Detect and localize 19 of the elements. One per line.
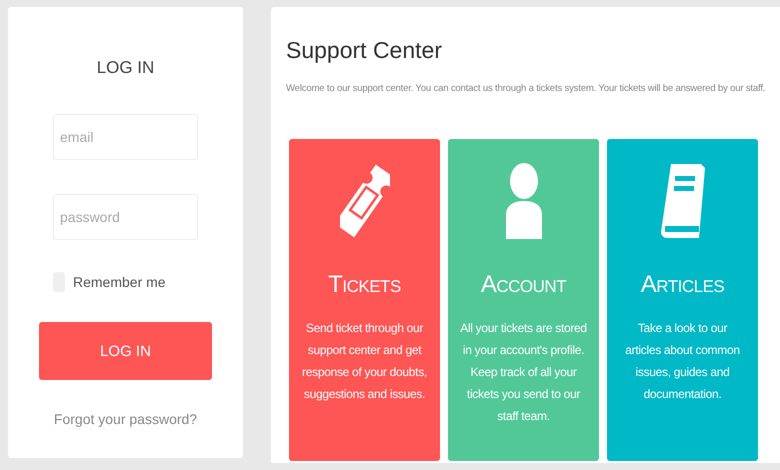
card-title: Account xyxy=(480,271,566,299)
card-text: Take a look to our articles about common issues, guides and documentation. xyxy=(624,320,741,403)
password-field[interactable]: password xyxy=(53,194,198,240)
card-title: Articles xyxy=(640,271,724,299)
user-icon xyxy=(504,163,544,239)
card-title: Tickets xyxy=(328,271,401,299)
card-text: Send ticket through our support center and get response of your doubts, suggestions and issues. xyxy=(301,320,428,403)
page-title: Support Center xyxy=(286,37,443,64)
email-field[interactable]: email xyxy=(53,114,198,160)
login-title: LOG IN xyxy=(96,58,154,78)
feature-card[interactable]: Articles Take a look to our articles about common issues, guides and documentation. xyxy=(607,139,758,461)
card-text: All your tickets are stored in your account's profile. Keep track of all your tickets you send to our staff team. xyxy=(459,320,588,425)
intro-text: Welcome to our support center. You can contact us through a tickets system. Your tickets will be answered by our staff. xyxy=(286,83,766,94)
book-icon xyxy=(658,162,706,240)
login-button[interactable]: LOG IN xyxy=(39,322,212,380)
feature-card[interactable]: Account All your tickets are stored in your account's profile. Keep track of all your tickets you send to our staff team. xyxy=(448,139,599,461)
forgot-password-link[interactable]: Forgot your password? xyxy=(54,411,198,427)
feature-card[interactable]: Tickets Send ticket through our support center and get response of your doubts, suggestions and issues. xyxy=(289,139,440,461)
remember-label: Remember me xyxy=(73,274,166,290)
